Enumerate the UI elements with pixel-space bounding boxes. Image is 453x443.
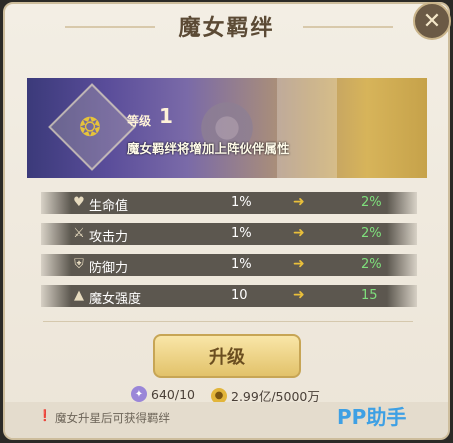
bond-description: 魔女羁绊将增加上阵伙伴属性	[127, 141, 290, 156]
stat-label: 生命值	[89, 199, 129, 214]
info-icon: ❗	[38, 409, 52, 422]
stat-row-witch-power: ▲ 魔女强度 10 ➜ 15	[41, 285, 417, 307]
level-value: 1	[159, 104, 173, 128]
stat-next: 2%	[361, 226, 382, 241]
cost-value: 640/10	[151, 386, 195, 402]
stat-label: 防御力	[89, 261, 129, 276]
close-button[interactable]: ✕	[413, 2, 451, 40]
stat-label: 魔女强度	[89, 292, 142, 307]
cost-shards: ✦ 640/10	[131, 386, 195, 402]
stat-current: 1%	[231, 257, 252, 272]
stat-current: 10	[231, 288, 248, 303]
close-icon: ✕	[422, 8, 442, 34]
witch-bond-panel: 魔女羁绊 ❂ 等级 1 魔女羁绊将增加上阵伙伴属性 ♥ 生命值 1% ➜ 2% …	[3, 2, 450, 440]
witch-hat-icon: ▲	[74, 288, 84, 303]
sword-icon: ⚔	[73, 226, 85, 241]
shield-icon: ⛨	[74, 257, 84, 272]
stat-row-defense: ⛨ 防御力 1% ➜ 2%	[41, 254, 417, 276]
upgrade-button[interactable]: 升级	[153, 334, 301, 378]
stat-row-attack: ⚔ 攻击力 1% ➜ 2%	[41, 223, 417, 245]
level-label: 等级	[127, 114, 152, 128]
panel-title: 魔女羁绊	[178, 16, 275, 41]
arrow-right-icon: ➜	[293, 194, 305, 210]
arrow-right-icon: ➜	[293, 256, 305, 272]
watermark: PP助手	[337, 405, 407, 429]
hint-text: 魔女升星后可获得羁绊	[55, 411, 170, 425]
stat-label: 攻击力	[89, 230, 129, 245]
bond-icon: ❂	[79, 113, 101, 143]
bond-banner: ❂ 等级 1 魔女羁绊将增加上阵伙伴属性	[27, 78, 427, 178]
heart-icon: ♥	[73, 195, 85, 210]
stat-current: 1%	[231, 195, 252, 210]
stat-next: 15	[361, 288, 378, 303]
arrow-right-icon: ➜	[293, 225, 305, 241]
stat-row-hp: ♥ 生命值 1% ➜ 2%	[41, 192, 417, 214]
purple-flame-icon: ✦	[131, 386, 147, 402]
banner-decor	[277, 78, 337, 178]
stat-current: 1%	[231, 226, 252, 241]
stat-next: 2%	[361, 195, 382, 210]
divider	[43, 321, 413, 322]
stat-next: 2%	[361, 257, 382, 272]
arrow-right-icon: ➜	[293, 287, 305, 303]
